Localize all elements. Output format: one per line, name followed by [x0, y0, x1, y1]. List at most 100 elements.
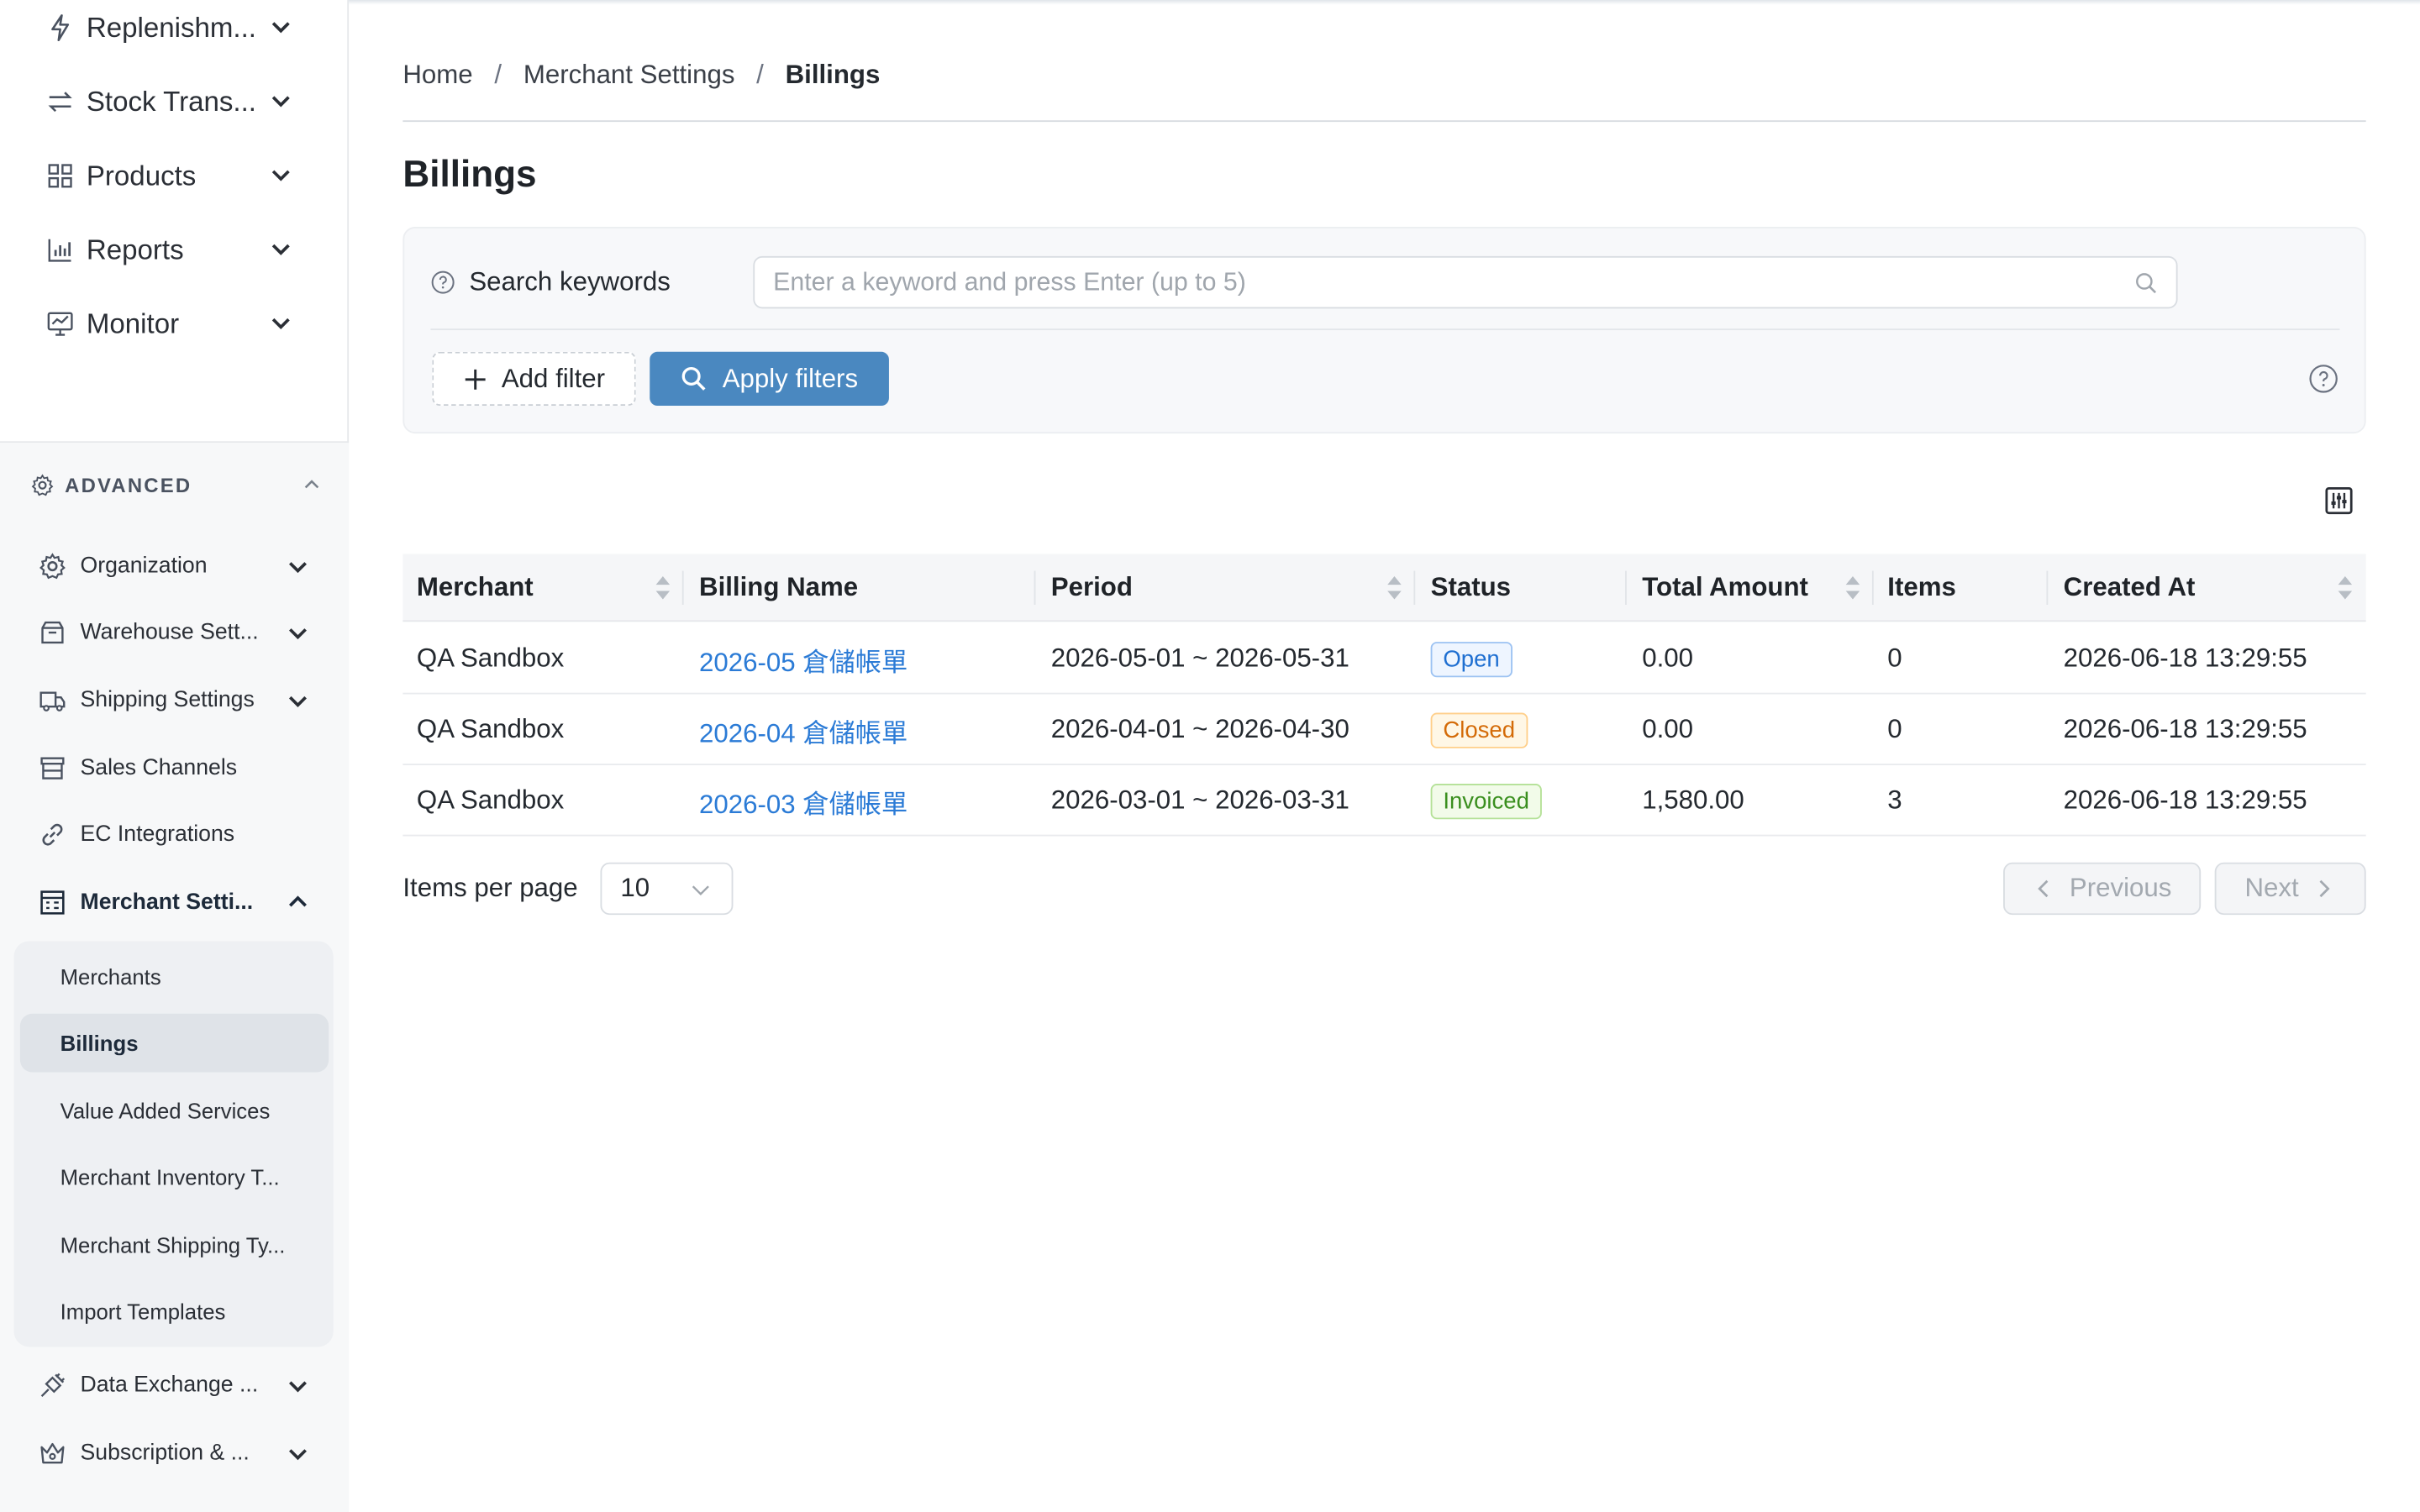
top-shadow	[349, 0, 2420, 5]
grid-icon	[46, 162, 74, 190]
sidebar-item-warehouse-settings[interactable]: Warehouse Sett...	[39, 614, 310, 651]
submenu-item-merchant-inventory-types[interactable]: Merchant Inventory T...	[20, 1148, 329, 1207]
sidebar-item-label: Merchant Setti...	[80, 890, 254, 916]
search-keywords-text: Search keywords	[469, 266, 671, 297]
sidebar-item-merchant-settings[interactable]: Merchant Setti...	[39, 884, 310, 921]
question-circle-icon[interactable]	[430, 270, 455, 294]
plus-icon	[465, 368, 486, 389]
status-badge: Open	[1430, 641, 1512, 677]
advanced-section-toggle[interactable]: ADVANCED	[31, 469, 324, 500]
link-icon	[39, 821, 66, 848]
sidebar-item-sales-channels[interactable]: Sales Channels	[39, 750, 310, 787]
breadcrumb-separator: /	[494, 60, 502, 90]
sidebar-item-reports[interactable]: Reports	[46, 228, 308, 271]
sidebar-item-label: Warehouse Sett...	[80, 620, 259, 645]
sidebar-item-label: Data Exchange ...	[80, 1373, 259, 1399]
sidebar-item-data-exchange[interactable]: Data Exchange ...	[39, 1367, 310, 1404]
cell-created-at: 2026-06-18 13:29:55	[2063, 785, 2307, 815]
submenu-item-billings[interactable]: Billings	[19, 1013, 329, 1073]
merchant-icon	[39, 889, 66, 916]
sidebar-item-label: Shipping Settings	[80, 688, 255, 713]
breadcrumb-merchant-settings[interactable]: Merchant Settings	[523, 60, 735, 92]
breadcrumb-home[interactable]: Home	[402, 60, 472, 92]
bar-chart-icon	[46, 236, 74, 264]
column-header-items[interactable]: Items	[1874, 554, 2049, 622]
sidebar: Replenishm... Stock Trans... Products Re…	[0, 0, 350, 1512]
column-header-created-at[interactable]: Created At	[2049, 554, 2366, 622]
billing-name-link[interactable]: 2026-03 倉儲帳單	[699, 781, 908, 820]
submenu-item-merchants[interactable]: Merchants	[20, 948, 329, 1006]
sidebar-item-replenishment[interactable]: Replenishm...	[46, 6, 308, 49]
chevron-down-icon	[271, 96, 290, 108]
chevron-down-icon	[289, 628, 307, 640]
chevron-down-icon	[271, 170, 290, 181]
chevron-down-icon	[289, 1381, 307, 1393]
status-badge: Closed	[1430, 711, 1528, 748]
billing-name-link[interactable]: 2026-05 倉儲帳單	[699, 639, 908, 678]
search-input-wrapper	[753, 255, 2178, 309]
cell-items: 0	[1887, 714, 1902, 744]
breadcrumb-separator: /	[756, 60, 764, 90]
column-header-status[interactable]: Status	[1417, 554, 1627, 622]
cell-items: 3	[1887, 785, 1902, 815]
billing-name-link[interactable]: 2026-04 倉儲帳單	[699, 711, 908, 749]
chevron-right-icon	[2320, 879, 2331, 898]
column-header-total-amount[interactable]: Total Amount	[1628, 554, 1874, 622]
cell-billing-name: 2026-04 倉儲帳單	[685, 695, 908, 765]
chevron-down-icon	[271, 318, 290, 329]
cell-status: Closed	[1417, 695, 1528, 765]
table-header: Merchant Billing Name Period Status Tota…	[402, 554, 2366, 622]
sidebar-item-monitor[interactable]: Monitor	[46, 302, 308, 345]
sidebar-item-label: Sales Channels	[80, 755, 238, 781]
items-per-page-select[interactable]: 10	[600, 862, 734, 916]
breadcrumb: Home / Merchant Settings / Billings	[402, 59, 880, 92]
add-filter-button[interactable]: Add filter	[432, 351, 636, 407]
sidebar-item-stock-transfer[interactable]: Stock Trans...	[46, 81, 308, 123]
cell-status: Open	[1417, 623, 1512, 694]
apply-filters-label: Apply filters	[722, 363, 859, 393]
sidebar-item-products[interactable]: Products	[46, 155, 308, 197]
chevron-down-icon	[271, 244, 290, 255]
submenu-item-value-added-services[interactable]: Value Added Services	[20, 1082, 329, 1141]
chevron-down-icon	[289, 562, 307, 574]
search-input[interactable]	[755, 257, 2113, 307]
cell-merchant: QA Sandbox	[416, 643, 565, 673]
cell-total-amount: 0.00	[1642, 714, 1694, 744]
sidebar-item-label: Stock Trans...	[86, 85, 256, 117]
sidebar-item-subscription[interactable]: Subscription & ...	[39, 1435, 310, 1472]
help-icon[interactable]	[2309, 364, 2338, 393]
cell-merchant: QA Sandbox	[416, 785, 565, 815]
column-header-period[interactable]: Period	[1037, 554, 1416, 622]
sidebar-item-shipping-settings[interactable]: Shipping Settings	[39, 682, 310, 719]
cell-created-at: 2026-06-18 13:29:55	[2063, 714, 2307, 744]
filter-divider	[430, 328, 2340, 331]
apply-filters-button[interactable]: Apply filters	[650, 351, 889, 407]
sidebar-item-organization[interactable]: Organization	[39, 548, 310, 585]
advanced-section-label: ADVANCED	[65, 472, 192, 496]
chevron-down-icon	[289, 1449, 307, 1461]
cell-billing-name: 2026-03 倉儲帳單	[685, 765, 908, 836]
submenu-item-merchant-shipping-types[interactable]: Merchant Shipping Ty...	[20, 1215, 329, 1274]
column-header-merchant[interactable]: Merchant	[402, 554, 684, 622]
sidebar-item-ec-integrations[interactable]: EC Integrations	[39, 816, 310, 853]
sidebar-item-label: Products	[86, 160, 197, 191]
sort-icon	[2338, 576, 2353, 600]
cell-period: 2026-03-01 ~ 2026-03-31	[1050, 785, 1349, 815]
column-header-billing-name[interactable]: Billing Name	[685, 554, 1036, 622]
sidebar-item-label: Monitor	[86, 307, 180, 339]
submenu-item-import-templates[interactable]: Import Templates	[20, 1282, 329, 1341]
previous-label: Previous	[2069, 873, 2172, 903]
next-label: Next	[2244, 873, 2299, 903]
column-settings-icon[interactable]	[2324, 486, 2354, 516]
truck-icon	[39, 686, 66, 714]
previous-page-button[interactable]: Previous	[2003, 862, 2202, 916]
breadcrumb-current: Billings	[785, 60, 881, 90]
chevron-down-icon	[289, 696, 307, 707]
next-page-button[interactable]: Next	[2214, 862, 2366, 916]
chevron-up-icon	[304, 480, 319, 489]
gear-icon	[39, 553, 66, 580]
cell-created-at: 2026-06-18 13:29:55	[2063, 643, 2307, 673]
table-row: QA Sandbox 2026-03 倉儲帳單 2026-03-01 ~ 202…	[402, 765, 2366, 837]
gear-icon	[31, 473, 54, 496]
lightning-icon	[46, 14, 74, 42]
